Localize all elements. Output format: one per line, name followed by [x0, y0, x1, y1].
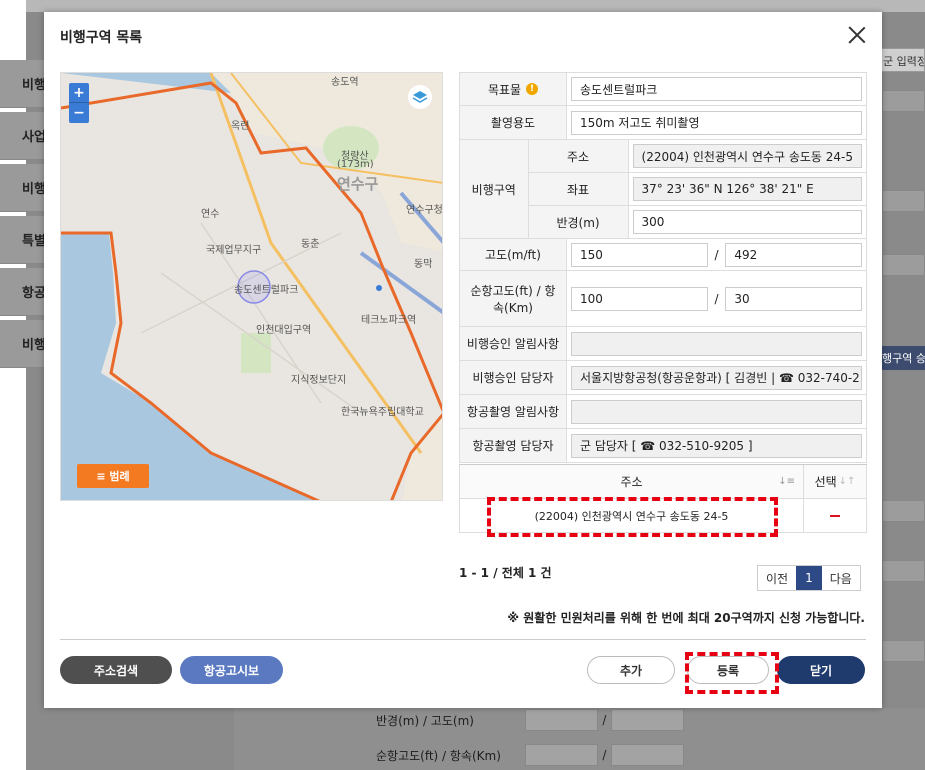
row-flight-notice: 비행승인 알림사항: [459, 327, 867, 361]
photo-contact-field: 군 담당자 [ ☎ 032-510-9205 ]: [571, 433, 862, 458]
bg-nav-item: 사업: [0, 112, 44, 160]
label-songdo-station: 송도역: [331, 77, 359, 88]
row-photo-contact: 항공촬영 담당자 군 담당자 [ ☎ 032-510-9205 ]: [459, 429, 867, 463]
zoom-control: + −: [69, 83, 89, 123]
flight-notice-field: [571, 331, 862, 356]
row-purpose: 촬영용도 150m 저고도 취미촬영: [459, 106, 867, 140]
bg-right-button: 군 입력정: [880, 48, 925, 72]
bg-nav-item: 비행: [0, 164, 44, 212]
layers-icon[interactable]: [408, 85, 432, 109]
purpose-label: 촬영용도: [459, 106, 567, 139]
radius-label: 반경(m): [528, 206, 629, 238]
flight-area-modal: 비행구역 목록 송도역 청량산 (173m) 연수구 연수구청 연수 국제업무지…: [44, 12, 882, 708]
row-cruise: 순항고도(ft) / 항속(Km) 100 / 30: [459, 271, 867, 327]
label-suny-korea: 한국뉴욕주립대학교: [341, 407, 424, 418]
legend-button[interactable]: ≡ 범례: [77, 464, 149, 488]
cruise-km-field[interactable]: 30: [725, 286, 863, 311]
pagination: 이전 1 다음: [757, 565, 861, 591]
close-button[interactable]: 닫기: [777, 656, 865, 684]
prev-page-button[interactable]: 이전: [758, 566, 796, 590]
flight-contact-label: 비행승인 담당자: [459, 361, 567, 394]
remove-icon[interactable]: [830, 514, 840, 517]
map-view[interactable]: 송도역 청량산 (173m) 연수구 연수구청 연수 국제업무지구 송도센트럴파…: [60, 72, 443, 501]
sort-icon[interactable]: ↓↑: [839, 476, 856, 487]
row-altitude: 고도(m/ft) 150 / 492: [459, 239, 867, 271]
label-yeonsu: 연수: [201, 209, 220, 220]
cruise-ft-field[interactable]: 100: [571, 286, 708, 311]
coord-field: 37° 23' 36" N 126° 38' 21" E: [632, 177, 862, 201]
sort-icon[interactable]: ↓≡: [778, 476, 795, 487]
bg-nav-item: 비행: [0, 320, 44, 368]
target-label: 목표물: [487, 82, 522, 97]
col-select: 선택: [814, 475, 837, 489]
label-yeonsu-gu: 연수구: [337, 175, 379, 193]
flight-contact-field: 서울지방항공청(항공운항과) [ 김경빈 | ☎ 032-740-2157 ]: [571, 365, 862, 390]
bg-form-label: 반경(m) / 고도(m): [376, 713, 474, 728]
label-technopark-station: 테크노파크역: [361, 315, 417, 326]
highlight-register-button: [685, 652, 779, 694]
flight-notice-label: 비행승인 알림사항: [459, 327, 567, 360]
next-page-button[interactable]: 다음: [822, 566, 860, 590]
zoom-in-button[interactable]: +: [69, 83, 89, 103]
purpose-field[interactable]: 150m 저고도 취미촬영: [571, 110, 862, 135]
photo-notice-label: 항공촬영 알림사항: [459, 395, 567, 428]
highlight-address-row: [487, 497, 778, 537]
cruise-label: 순항고도(ft) / 항속(Km): [459, 271, 567, 326]
bg-nav-item: 비행: [0, 60, 44, 108]
label-dongchun: 동춘: [301, 239, 320, 250]
address-field: (22004) 인천광역시 연수구 송도동 24-5: [632, 144, 862, 168]
label-incheon-univ-station: 인천대입구역: [256, 325, 312, 336]
list-header: 주소 ↓≡ 선택 ↓↑: [459, 465, 867, 499]
notam-button[interactable]: 항공고시보: [180, 656, 283, 684]
total-count: 1 - 1 / 전체 1 건: [459, 566, 552, 580]
label-business-district: 국제업무지구: [206, 245, 262, 256]
row-target: 목표물 ! 송도센트럴파크: [459, 72, 867, 106]
altitude-m-field[interactable]: 150: [571, 242, 708, 267]
label-elevation: (173m): [337, 159, 374, 170]
label-central-park: 송도센트럴파크: [234, 285, 299, 296]
bg-right-button-2: 행구역 승: [880, 346, 925, 370]
add-button[interactable]: 추가: [587, 656, 675, 684]
divider: [60, 639, 866, 640]
photo-notice-field: [571, 399, 862, 424]
col-address: 주소: [620, 475, 643, 489]
row-flight-contact: 비행승인 담당자 서울지방항공청(항공운항과) [ 김경빈 | ☎ 032-74…: [459, 361, 867, 395]
row-flight-area: 비행구역 주소 (22004) 인천광역시 연수구 송도동 24-5 좌표 37…: [459, 140, 867, 239]
station-marker: [376, 285, 382, 291]
bg-nav-item: 특별: [0, 216, 44, 264]
address-search-button[interactable]: 주소검색: [60, 656, 172, 684]
address-label: 주소: [528, 140, 629, 172]
label-dongmak: 동막: [414, 259, 433, 270]
modal-title: 비행구역 목록: [60, 30, 143, 46]
photo-contact-label: 항공촬영 담당자: [459, 429, 567, 462]
radius-field[interactable]: 300: [632, 210, 862, 234]
bg-nav-item: 항공: [0, 268, 44, 316]
notice-text: ※ 원활한 민원처리를 위해 한 번에 최대 20구역까지 신청 가능합니다.: [507, 611, 865, 625]
warning-icon: !: [526, 83, 539, 95]
altitude-ft-field[interactable]: 492: [725, 242, 863, 267]
label-okryeon: 옥련: [231, 121, 250, 132]
bg-form-label: 순항고도(ft) / 항속(Km): [376, 748, 501, 763]
label-yeonsu-office: 연수구청: [406, 205, 443, 216]
zoom-out-button[interactable]: −: [69, 103, 89, 123]
flight-info-table: 목표물 ! 송도센트럴파크 촬영용도 150m 저고도 취미촬영 비행구역 주소…: [459, 72, 867, 463]
target-field[interactable]: 송도센트럴파크: [571, 77, 862, 101]
altitude-label: 고도(m/ft): [459, 239, 567, 270]
coord-label: 좌표: [528, 173, 629, 205]
close-icon[interactable]: [846, 24, 868, 46]
flight-area-label: 비행구역: [459, 140, 529, 238]
row-photo-notice: 항공촬영 알림사항: [459, 395, 867, 429]
label-knowledge-complex: 지식정보단지: [291, 375, 347, 386]
page-button[interactable]: 1: [796, 566, 822, 590]
